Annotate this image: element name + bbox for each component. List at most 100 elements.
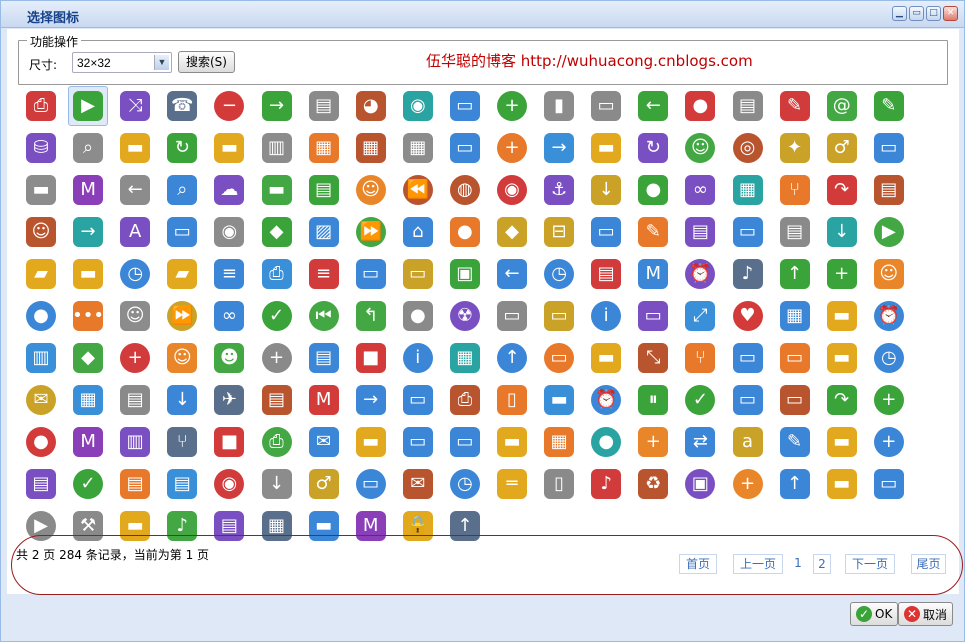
forklift-icon[interactable]: ▬	[68, 254, 108, 294]
first-page-link[interactable]: 首页	[679, 554, 717, 574]
skip-back-icon[interactable]: ⏮	[304, 296, 344, 336]
add-grey-icon[interactable]: +	[257, 338, 297, 378]
arrow-down-right-icon[interactable]: ↓	[257, 464, 297, 504]
circle-blue-icon[interactable]: ●	[21, 296, 61, 336]
cloud-icon[interactable]: ☁	[209, 170, 249, 210]
plus-green-icon[interactable]: +	[822, 254, 862, 294]
add-olive-icon[interactable]: +	[869, 380, 909, 420]
console-icon[interactable]: ▭	[775, 380, 815, 420]
fast-forward-icon[interactable]: ⏩	[162, 296, 202, 336]
plus-orange-icon[interactable]: +	[633, 422, 673, 462]
search-button[interactable]: 搜索(S)	[178, 51, 235, 73]
motorcycle-icon[interactable]: ▬	[257, 170, 297, 210]
check-green-icon[interactable]: ✓	[257, 296, 297, 336]
document-icon[interactable]: ▤	[304, 86, 344, 126]
calendar-remove-icon[interactable]: ▦	[351, 128, 391, 168]
chart-bars-icon[interactable]: ▦	[445, 338, 485, 378]
window-icon[interactable]: ▭	[445, 86, 485, 126]
arrow-right-long-icon[interactable]: →	[68, 212, 108, 252]
arrow-up-green-icon[interactable]: ↑	[775, 254, 815, 294]
arrow-down-blue-icon[interactable]: ↓	[162, 380, 202, 420]
book-closed-icon[interactable]: ▤	[586, 254, 626, 294]
arrow-left-blue-icon[interactable]: ←	[492, 254, 532, 294]
document-export-icon[interactable]: ▤	[775, 212, 815, 252]
add-orange-icon[interactable]: +	[728, 464, 768, 504]
speech-icon[interactable]: ▭	[775, 338, 815, 378]
address-book-icon[interactable]: +	[115, 338, 155, 378]
restore-icon[interactable]: ▭	[909, 6, 924, 21]
note-add-icon[interactable]: ▭	[539, 338, 579, 378]
window-blue2-icon[interactable]: ▭	[445, 422, 485, 462]
ruler-pencil-icon[interactable]: ▰	[21, 254, 61, 294]
alien-icon[interactable]: ☻	[209, 338, 249, 378]
stop-sign-icon[interactable]: ■	[209, 422, 249, 462]
folder-files-icon[interactable]: ▤	[162, 464, 202, 504]
ipod-black-icon[interactable]: ♪	[586, 464, 626, 504]
excavator-icon[interactable]: ▬	[822, 422, 862, 462]
last-page-link[interactable]: 尾页	[911, 554, 946, 574]
fridge-icon[interactable]: ▯	[539, 464, 579, 504]
minimize-icon[interactable]: ▁	[892, 6, 907, 21]
arrow-down-long-icon[interactable]: ↓	[822, 212, 862, 252]
book-down-icon[interactable]: ▤	[115, 464, 155, 504]
clock-notify-icon[interactable]: ◷	[445, 464, 485, 504]
plus-blue-icon[interactable]: +	[869, 422, 909, 462]
box-green-icon[interactable]: ▣	[445, 254, 485, 294]
size-select[interactable]: 32×32 ▼	[72, 52, 172, 73]
window-warning-icon[interactable]: ▭	[586, 212, 626, 252]
lifebuoy-icon[interactable]: ◍	[445, 170, 485, 210]
apple-store-icon[interactable]: ●	[445, 212, 485, 252]
apple-red-icon[interactable]: ●	[680, 86, 720, 126]
stock-chart-icon[interactable]: ▦	[728, 170, 768, 210]
maximize-icon[interactable]: □	[926, 6, 941, 21]
tractor-icon[interactable]: ▬	[21, 170, 61, 210]
plane-icon[interactable]: ✈	[209, 380, 249, 420]
app-store-icon[interactable]: A	[115, 212, 155, 252]
search-window-icon[interactable]: ⌕	[162, 170, 202, 210]
car-icon[interactable]: ▬	[822, 338, 862, 378]
window-up-icon[interactable]: ▭	[351, 254, 391, 294]
arrow-right-icon[interactable]: →	[539, 128, 579, 168]
alarm-icon[interactable]: ⏰	[680, 254, 720, 294]
print-add-icon[interactable]: ⎙	[257, 422, 297, 462]
clock-icon[interactable]: ◷	[869, 338, 909, 378]
at-sign-icon[interactable]: @	[822, 86, 862, 126]
blank-window-icon[interactable]: ▭	[398, 380, 438, 420]
check-ok-icon[interactable]: ✓	[68, 464, 108, 504]
clock-alert-icon[interactable]: ◷	[115, 254, 155, 294]
add-circle-icon[interactable]: +	[492, 128, 532, 168]
window-add-icon[interactable]: ▭	[351, 464, 391, 504]
alarm-blue-icon[interactable]: ⏰	[586, 380, 626, 420]
panel-dots-icon[interactable]: ▥	[115, 422, 155, 462]
collapse-icon[interactable]: ⤡	[633, 338, 673, 378]
windows-stack-icon[interactable]: ▭	[445, 128, 485, 168]
check-circle-icon[interactable]: ✓	[680, 380, 720, 420]
ruler-icon[interactable]: ▰	[162, 254, 202, 294]
document-down-icon[interactable]: ▤	[115, 380, 155, 420]
terminal-icon[interactable]: ▭	[539, 296, 579, 336]
truck-icon[interactable]: ▬	[209, 128, 249, 168]
mtv-purple-icon[interactable]: M	[68, 422, 108, 462]
file-cabinet-icon[interactable]: ▤	[21, 464, 61, 504]
info-blue-icon[interactable]: i	[398, 338, 438, 378]
android-icon[interactable]: ◆	[257, 212, 297, 252]
radiation-icon[interactable]: ☢	[445, 296, 485, 336]
arrow-up-blue-icon[interactable]: ↑	[775, 464, 815, 504]
alarm-clock-icon[interactable]: ⏰	[869, 296, 909, 336]
pie-chart-icon[interactable]: ◕	[351, 86, 391, 126]
tag-icon[interactable]: ⊟	[539, 212, 579, 252]
card-arrow-icon[interactable]: ▬	[586, 128, 626, 168]
add-green-icon[interactable]: +	[492, 86, 532, 126]
chevron-down-icon[interactable]: ▼	[154, 55, 169, 70]
next-page-link[interactable]: 下一页	[845, 554, 895, 574]
database-icon[interactable]: ⛁	[21, 128, 61, 168]
spreadsheet-icon[interactable]: ▦	[539, 422, 579, 462]
dump-truck-icon[interactable]: ▬	[822, 464, 862, 504]
running-man-icon[interactable]: ♂	[304, 464, 344, 504]
home-window-icon[interactable]: ⌂	[398, 212, 438, 252]
zoom-in-icon[interactable]: ⌕	[68, 128, 108, 168]
abacus-icon[interactable]: ▦	[398, 128, 438, 168]
arrow-up-circle-icon[interactable]: ↑	[492, 338, 532, 378]
blue-book-icon[interactable]: ▤	[304, 338, 344, 378]
gift-icon[interactable]: ✦	[775, 128, 815, 168]
